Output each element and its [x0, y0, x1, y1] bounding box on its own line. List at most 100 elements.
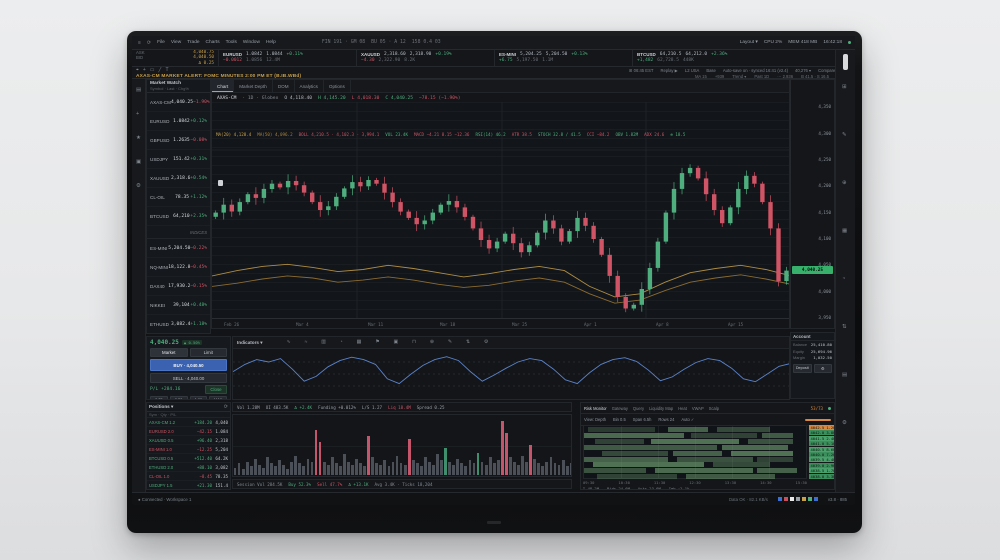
menu-item[interactable]: Trade: [187, 40, 199, 45]
last-price-tag[interactable]: 4,040.25: [792, 266, 833, 274]
watchlist-row[interactable]: NQ-MINI18,122.8−0.45%: [147, 258, 210, 277]
tab-options[interactable]: Options: [324, 80, 351, 92]
order-type-market[interactable]: Market: [150, 348, 188, 357]
size-button-0.25[interactable]: 0.25: [150, 396, 168, 400]
watchlist-row[interactable]: EURUSD1.0842+0.12%: [147, 112, 210, 131]
size-button-0.50[interactable]: 0.50: [170, 396, 188, 400]
menu-item[interactable]: Charts: [206, 40, 220, 45]
watchlist-row[interactable]: AXAS-CM4,040.25−1.90%: [147, 93, 210, 112]
watchlist-row[interactable]: CL-OIL78.35+1.12%: [147, 188, 210, 207]
quote-group[interactable]: BTCUSD64,210.564,212.0+2.36%+1,48262,728…: [632, 50, 770, 66]
watchlist-row[interactable]: ETHUSD3,082.4+1.18%: [147, 315, 210, 334]
dom-ladder-cell[interactable]: 4040.07.2K: [809, 452, 835, 457]
menu-item[interactable]: View: [171, 40, 181, 45]
measure-icon[interactable]: ▭: [150, 67, 155, 73]
toolbar-item[interactable]: +939: [715, 74, 724, 79]
menu-right-item[interactable]: Layout ▾: [740, 40, 758, 45]
menu-icon[interactable]: ≡: [138, 40, 141, 46]
tab-chart[interactable]: Chart: [212, 80, 234, 92]
edit-icon[interactable]: ✎: [448, 340, 452, 345]
oscillator-chart[interactable]: [233, 348, 790, 400]
menu-item[interactable]: Help: [266, 40, 276, 45]
line-tool-icon[interactable]: ╱: [158, 67, 161, 73]
toolbar-item[interactable]: ⋯ 2,936: [777, 74, 793, 79]
position-row[interactable]: BTCUSD 0.5+512.4064.2K: [147, 454, 230, 463]
price-axis[interactable]: 4,3504,3004,2504,2004,1504,1004,0504,000…: [790, 79, 835, 329]
toolbar-item[interactable]: L2 USA: [685, 68, 699, 73]
watchlist-row[interactable]: ES-MINI5,204.50−0.22%: [147, 239, 210, 258]
toolbar-item[interactable]: B 41.5 · S 16.5: [801, 74, 829, 79]
tab-analytics[interactable]: Analytics: [295, 80, 324, 92]
position-row[interactable]: AXAS-CM 1.2+184.204,040: [147, 418, 230, 427]
watchlist-row[interactable]: GBPUSD1.2635−0.08%: [147, 131, 210, 150]
menu-right-item[interactable]: 16:42:18: [823, 40, 842, 45]
tab-dom[interactable]: DOM: [273, 80, 295, 92]
watchlist-row[interactable]: USDJPY151.42+0.31%: [147, 150, 210, 169]
settings-icon[interactable]: ⚙: [484, 340, 488, 345]
dom-ladder-cell[interactable]: 4039.02.9K: [809, 463, 835, 468]
quote-group[interactable]: XAUUSD2,318.602,318.90+0.19%−4.302,322.9…: [356, 50, 494, 66]
dom-ladder-cell[interactable]: 4039.54.4K: [809, 457, 835, 462]
heatmap-control[interactable]: Span 6.5h: [633, 417, 652, 422]
toolbar-item[interactable]: Base: [706, 68, 716, 73]
settings-icon[interactable]: ⚙: [842, 420, 847, 426]
edit-icon[interactable]: ✎: [842, 132, 847, 138]
dom-ladder-cell[interactable]: 4042.03.8K: [809, 430, 835, 435]
crosshair-icon[interactable]: ⌖: [136, 67, 139, 73]
watchlist-row[interactable]: NIKKEI39,104+0.48%: [147, 296, 210, 315]
toolbar-item[interactable]: Replay ▶: [660, 68, 677, 73]
watchlist-icon[interactable]: ▤: [136, 87, 141, 93]
macd-icon[interactable]: ▥: [321, 340, 326, 345]
dom-ladder[interactable]: 4042.51.2K4042.03.8K4041.52.4K4041.05.1K…: [809, 425, 834, 479]
watchlist-row[interactable]: XAUUSD2,318.6+0.54%: [147, 169, 210, 188]
toolbar-item[interactable]: ⊞ 06:45 EST: [629, 68, 653, 73]
menu-right-item[interactable]: MEM 418 MB: [788, 40, 817, 45]
position-row[interactable]: XAUUSD 0.5+96.402,318: [147, 436, 230, 445]
heatmap-menu-item[interactable]: Risk Monitor: [584, 406, 607, 411]
menu-item[interactable]: Tools: [226, 40, 237, 45]
dom-ladder-cell[interactable]: 4040.58.6K: [809, 447, 835, 452]
add-icon[interactable]: +: [143, 67, 146, 73]
clock-icon[interactable]: ◔: [842, 276, 845, 282]
refresh-icon[interactable]: ⟳: [147, 40, 151, 46]
list-icon[interactable]: ▤: [842, 372, 847, 378]
flag-icon[interactable]: ⚑: [375, 340, 379, 345]
layers-icon[interactable]: ▣: [394, 340, 399, 345]
menu-item[interactable]: File: [157, 40, 165, 45]
size-button-1.00[interactable]: 1.00: [190, 396, 208, 400]
watchlist-row[interactable]: BTCUSD64,210+2.35%: [147, 207, 210, 226]
buy-button[interactable]: BUY · 4,040.50: [150, 359, 227, 371]
heatmap-grid[interactable]: [583, 425, 807, 479]
layers-icon[interactable]: ▣: [136, 159, 141, 165]
swap-icon[interactable]: ⇅: [842, 324, 847, 330]
account-button[interactable]: ⚙: [814, 364, 833, 373]
dom-ladder-cell[interactable]: 4038.51.7K: [809, 468, 835, 473]
heatmap-menu-item[interactable]: Heat: [678, 406, 687, 411]
dom-ladder-cell[interactable]: 4042.51.2K: [809, 425, 835, 430]
toolbar-item[interactable]: MA 15: [695, 74, 707, 79]
quote-group[interactable]: EURUSD1.08421.0844+0.11%−0.00121.085612.…: [218, 50, 356, 66]
heatmap-menu-item[interactable]: VWAP: [692, 406, 704, 411]
tab-market-depth[interactable]: Market Depth: [234, 80, 273, 92]
sell-button[interactable]: SELL · 4,040.00: [150, 373, 227, 383]
toolbar-item[interactable]: Past 1D: [754, 74, 769, 79]
settings-icon[interactable]: ⚙: [136, 183, 141, 189]
toolbar-item[interactable]: Auto-save on · synced 16:41 (v2.4): [723, 68, 788, 73]
heatmap-control[interactable]: View: Depth: [584, 417, 606, 422]
watchlist-row[interactable]: DAX4017,930.2−0.15%: [147, 277, 210, 296]
positions-refresh-icon[interactable]: ⟳: [224, 404, 228, 410]
panel-icon[interactable]: ⊞: [842, 84, 847, 90]
size-button-max[interactable]: MAX: [209, 396, 227, 400]
volume-panel[interactable]: [232, 414, 572, 477]
positions-title[interactable]: Positions ▾: [149, 404, 173, 410]
snap-icon[interactable]: ⊓: [412, 340, 416, 345]
add-icon[interactable]: ⊕: [430, 340, 434, 345]
heatmap-menu-item[interactable]: Query: [633, 406, 644, 411]
position-row[interactable]: ES-MINI 1.0−12.255,204: [147, 445, 230, 454]
dom-ladder-cell[interactable]: 4041.52.4K: [809, 436, 835, 441]
heatmap-menu-item[interactable]: Scalp: [709, 406, 719, 411]
chart-marker-icon[interactable]: [218, 180, 223, 186]
heatmap-control[interactable]: Bin 0.5: [613, 417, 626, 422]
quote-group[interactable]: ES-MINI5,204.255,204.50+0.13%+6.755,197.…: [494, 50, 632, 66]
heatmap-control[interactable]: Auto ✓: [681, 417, 694, 422]
